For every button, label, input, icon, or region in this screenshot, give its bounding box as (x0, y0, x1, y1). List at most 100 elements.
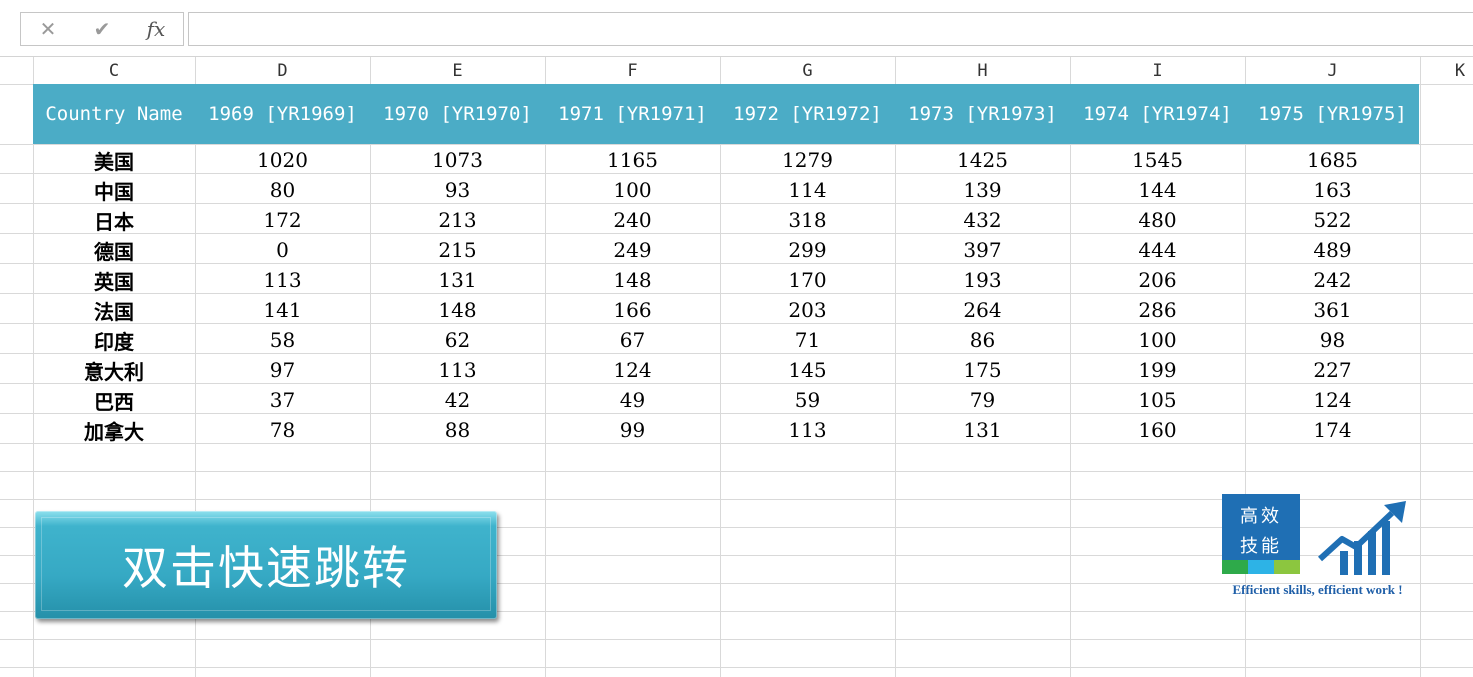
value-cell[interactable]: 139 (895, 175, 1070, 205)
country-cell[interactable]: 中国 (33, 175, 195, 205)
value-cell[interactable]: 114 (720, 175, 895, 205)
value-cell[interactable]: 62 (370, 325, 545, 355)
cancel-icon[interactable]: ✕ (21, 13, 75, 45)
value-cell[interactable]: 100 (1070, 325, 1245, 355)
country-cell[interactable]: 巴西 (33, 385, 195, 415)
value-cell[interactable]: 148 (370, 295, 545, 325)
column-header-f[interactable]: F (545, 57, 720, 84)
value-cell[interactable]: 213 (370, 205, 545, 235)
insert-function-icon[interactable]: fx (129, 13, 183, 45)
value-cell[interactable]: 522 (1245, 205, 1420, 235)
value-cell[interactable]: 124 (1245, 385, 1420, 415)
value-cell[interactable]: 93 (370, 175, 545, 205)
column-header-i[interactable]: I (1070, 57, 1245, 84)
table-header-cell[interactable]: 1969 [YR1969] (195, 84, 370, 144)
quick-jump-button[interactable]: 双击快速跳转 (35, 511, 497, 619)
value-cell[interactable]: 0 (195, 235, 370, 265)
value-cell[interactable]: 1020 (195, 145, 370, 175)
value-cell[interactable]: 100 (545, 175, 720, 205)
value-cell[interactable]: 113 (370, 355, 545, 385)
value-cell[interactable]: 131 (370, 265, 545, 295)
value-cell[interactable]: 286 (1070, 295, 1245, 325)
value-cell[interactable]: 444 (1070, 235, 1245, 265)
value-cell[interactable]: 113 (195, 265, 370, 295)
value-cell[interactable]: 203 (720, 295, 895, 325)
table-header-cell[interactable]: 1970 [YR1970] (370, 84, 545, 144)
column-header-k[interactable]: K (1420, 57, 1473, 84)
value-cell[interactable]: 78 (195, 415, 370, 445)
value-cell[interactable]: 42 (370, 385, 545, 415)
column-header-e[interactable]: E (370, 57, 545, 84)
value-cell[interactable]: 113 (720, 415, 895, 445)
country-cell[interactable]: 意大利 (33, 355, 195, 385)
country-cell[interactable]: 美国 (33, 145, 195, 175)
value-cell[interactable]: 79 (895, 385, 1070, 415)
value-cell[interactable]: 98 (1245, 325, 1420, 355)
value-cell[interactable]: 131 (895, 415, 1070, 445)
value-cell[interactable]: 99 (545, 415, 720, 445)
column-header-d[interactable]: D (195, 57, 370, 84)
value-cell[interactable]: 1279 (720, 145, 895, 175)
value-cell[interactable]: 86 (895, 325, 1070, 355)
country-cell[interactable]: 日本 (33, 205, 195, 235)
value-cell[interactable]: 206 (1070, 265, 1245, 295)
value-cell[interactable]: 397 (895, 235, 1070, 265)
value-cell[interactable]: 174 (1245, 415, 1420, 445)
country-cell[interactable]: 加拿大 (33, 415, 195, 445)
value-cell[interactable]: 489 (1245, 235, 1420, 265)
value-cell[interactable]: 240 (545, 205, 720, 235)
value-cell[interactable]: 49 (545, 385, 720, 415)
table-header-cell[interactable]: Country Name (33, 84, 195, 144)
value-cell[interactable]: 58 (195, 325, 370, 355)
country-cell[interactable]: 英国 (33, 265, 195, 295)
value-cell[interactable]: 199 (1070, 355, 1245, 385)
country-cell[interactable]: 德国 (33, 235, 195, 265)
value-cell[interactable]: 145 (720, 355, 895, 385)
value-cell[interactable]: 1073 (370, 145, 545, 175)
value-cell[interactable]: 361 (1245, 295, 1420, 325)
value-cell[interactable]: 144 (1070, 175, 1245, 205)
value-cell[interactable]: 227 (1245, 355, 1420, 385)
table-header-cell[interactable]: 1971 [YR1971] (545, 84, 720, 144)
value-cell[interactable]: 264 (895, 295, 1070, 325)
value-cell[interactable]: 160 (1070, 415, 1245, 445)
value-cell[interactable]: 432 (895, 205, 1070, 235)
value-cell[interactable]: 480 (1070, 205, 1245, 235)
value-cell[interactable]: 166 (545, 295, 720, 325)
value-cell[interactable]: 1425 (895, 145, 1070, 175)
value-cell[interactable]: 148 (545, 265, 720, 295)
value-cell[interactable]: 80 (195, 175, 370, 205)
formula-input[interactable] (188, 12, 1473, 46)
value-cell[interactable]: 141 (195, 295, 370, 325)
value-cell[interactable]: 124 (545, 355, 720, 385)
column-header-h[interactable]: H (895, 57, 1070, 84)
column-header-c[interactable]: C (33, 57, 195, 84)
value-cell[interactable]: 215 (370, 235, 545, 265)
value-cell[interactable]: 1545 (1070, 145, 1245, 175)
country-cell[interactable]: 法国 (33, 295, 195, 325)
country-cell[interactable]: 印度 (33, 325, 195, 355)
table-header-cell[interactable]: 1975 [YR1975] (1245, 84, 1420, 144)
value-cell[interactable]: 193 (895, 265, 1070, 295)
value-cell[interactable]: 97 (195, 355, 370, 385)
value-cell[interactable]: 242 (1245, 265, 1420, 295)
value-cell[interactable]: 170 (720, 265, 895, 295)
value-cell[interactable]: 88 (370, 415, 545, 445)
table-header-cell[interactable]: 1972 [YR1972] (720, 84, 895, 144)
table-header-cell[interactable]: 1973 [YR1973] (895, 84, 1070, 144)
value-cell[interactable]: 59 (720, 385, 895, 415)
value-cell[interactable]: 71 (720, 325, 895, 355)
enter-icon[interactable]: ✔ (75, 13, 129, 45)
value-cell[interactable]: 172 (195, 205, 370, 235)
table-header-cell[interactable]: 1974 [YR1974] (1070, 84, 1245, 144)
value-cell[interactable]: 175 (895, 355, 1070, 385)
value-cell[interactable]: 163 (1245, 175, 1420, 205)
value-cell[interactable]: 1685 (1245, 145, 1420, 175)
value-cell[interactable]: 1165 (545, 145, 720, 175)
column-header-g[interactable]: G (720, 57, 895, 84)
value-cell[interactable]: 105 (1070, 385, 1245, 415)
value-cell[interactable]: 37 (195, 385, 370, 415)
value-cell[interactable]: 249 (545, 235, 720, 265)
value-cell[interactable]: 299 (720, 235, 895, 265)
value-cell[interactable]: 67 (545, 325, 720, 355)
